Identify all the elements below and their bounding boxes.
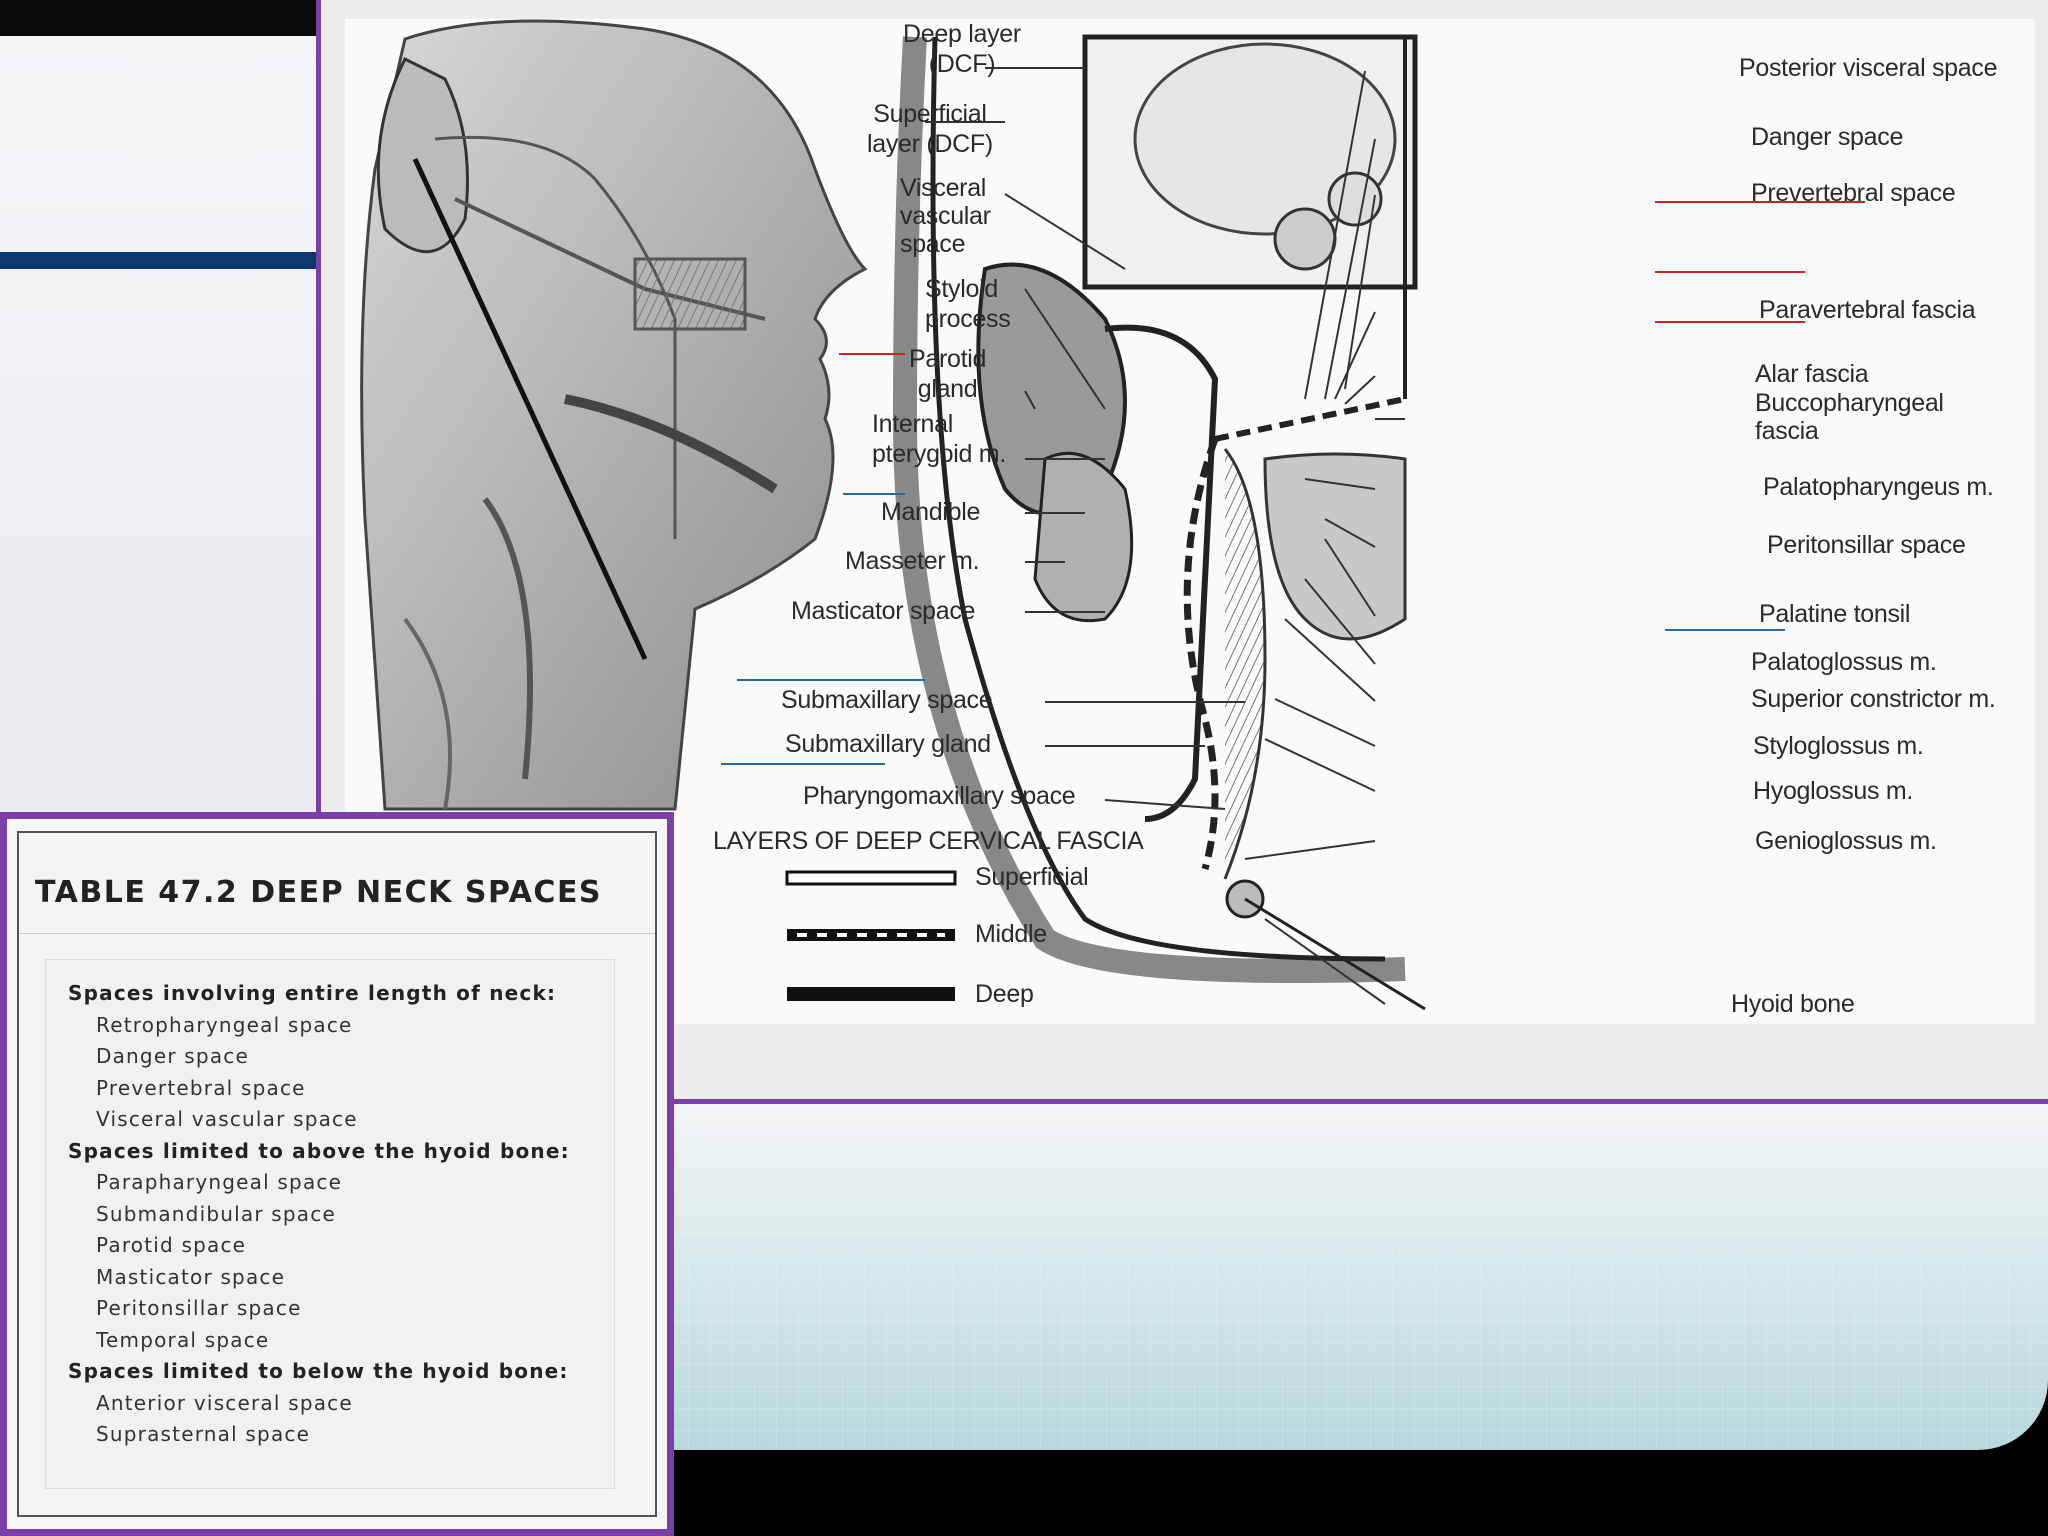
label-submaxillary-space: Submaxillary space: [781, 686, 993, 714]
label-internal-pterygoid: Internal pterygoid m.: [872, 410, 1006, 468]
label-peritonsillar-space: Peritonsillar space: [1767, 531, 1966, 559]
group-heading-entire-length: Spaces involving entire length of neck:: [68, 981, 557, 1005]
label-styloid-process: Styloid process: [925, 275, 1011, 333]
legend-label-superficial: Superficial: [975, 863, 1089, 891]
legend-swatch-superficial: [785, 870, 957, 886]
label-palatine-tonsil: Palatine tonsil: [1759, 600, 1911, 628]
label-paravertebral-fascia: Paravertebral fascia: [1759, 296, 1976, 324]
label-parotid-gland: Parotid gland: [909, 345, 987, 403]
list-item: Retropharyngeal space: [96, 1012, 353, 1037]
label-mandible: Mandible: [881, 498, 981, 526]
group-heading-below-hyoid: Spaces limited to below the hyoid bone:: [68, 1359, 569, 1383]
list-item: Peritonsillar space: [96, 1296, 302, 1320]
label-pharyngomaxillary-space: Pharyngomaxillary space: [803, 782, 1076, 810]
list-item: Visceral vascular space: [96, 1107, 358, 1131]
label-palatoglossus: Palatoglossus m.: [1751, 648, 1937, 676]
label-posterior-visceral-space: Posterior visceral space: [1739, 54, 1998, 82]
deep-neck-spaces-table: TABLE 47.2 DEEP NECK SPACES Spaces invol…: [0, 812, 674, 1536]
list-item: Parapharyngeal space: [96, 1170, 343, 1194]
label-alar-fascia: Alar fascia: [1755, 360, 1869, 388]
label-prevertebral-space: Prevertebral space: [1751, 179, 1956, 207]
list-item: Masticator space: [96, 1264, 286, 1289]
legend-title: LAYERS OF DEEP CERVICAL FASCIA: [713, 827, 1144, 855]
label-genioglossus: Genioglossus m.: [1755, 827, 1937, 855]
legend-label-middle: Middle: [975, 920, 1047, 948]
label-masseter: Masseter m.: [845, 547, 980, 575]
list-item: Suprasternal space: [96, 1422, 311, 1446]
list-item: Parotid space: [96, 1233, 247, 1257]
label-hyoid-bone: Hyoid bone: [1731, 990, 1855, 1018]
label-superior-constrictor: Superior constrictor m.: [1751, 685, 1996, 713]
label-styloglossus: Styloglossus m.: [1753, 732, 1924, 760]
label-danger-space: Danger space: [1751, 123, 1904, 151]
background-left-panel: [0, 36, 320, 816]
legend-swatches: [785, 870, 957, 1001]
label-visceral-vascular-space: Visceral vascular space: [900, 174, 991, 258]
legend-swatch-deep: [787, 987, 955, 1001]
list-item: Submandibular space: [96, 1201, 336, 1226]
table-list: Spaces involving entire length of neck: …: [68, 978, 570, 1451]
label-hyoglossus: Hyoglossus m.: [1753, 777, 1914, 805]
table-content-box: Spaces involving entire length of neck: …: [45, 959, 615, 1489]
label-deep-layer: Deep layer (DCF): [903, 20, 1021, 78]
background-top-strip: [0, 0, 320, 36]
table-panel: TABLE 47.2 DEEP NECK SPACES Spaces invol…: [17, 831, 657, 1517]
group-heading-above-hyoid: Spaces limited to above the hyoid bone:: [68, 1138, 570, 1163]
list-item: Prevertebral space: [96, 1075, 306, 1100]
label-submaxillary-gland: Submaxillary gland: [785, 730, 991, 758]
background-slide-panel: [600, 1100, 2048, 1450]
label-buccopharyngeal-fascia: Buccopharyngeal fascia: [1755, 389, 1944, 445]
label-superficial-layer: Superficial layer (DCF): [867, 100, 993, 158]
legend-label-deep: Deep: [975, 980, 1034, 1008]
label-masticator-space: Masticator space: [791, 597, 976, 625]
list-item: Temporal space: [96, 1327, 270, 1352]
table-title: TABLE 47.2 DEEP NECK SPACES: [35, 875, 603, 910]
list-item: Danger space: [96, 1044, 249, 1068]
background-blue-bar: [0, 252, 320, 269]
label-palatopharyngeus: Palatopharyngeus m.: [1763, 473, 1994, 501]
legend-swatch-middle: [787, 929, 955, 941]
list-item: Anterior visceral space: [96, 1390, 353, 1415]
table-divider: [19, 933, 655, 934]
